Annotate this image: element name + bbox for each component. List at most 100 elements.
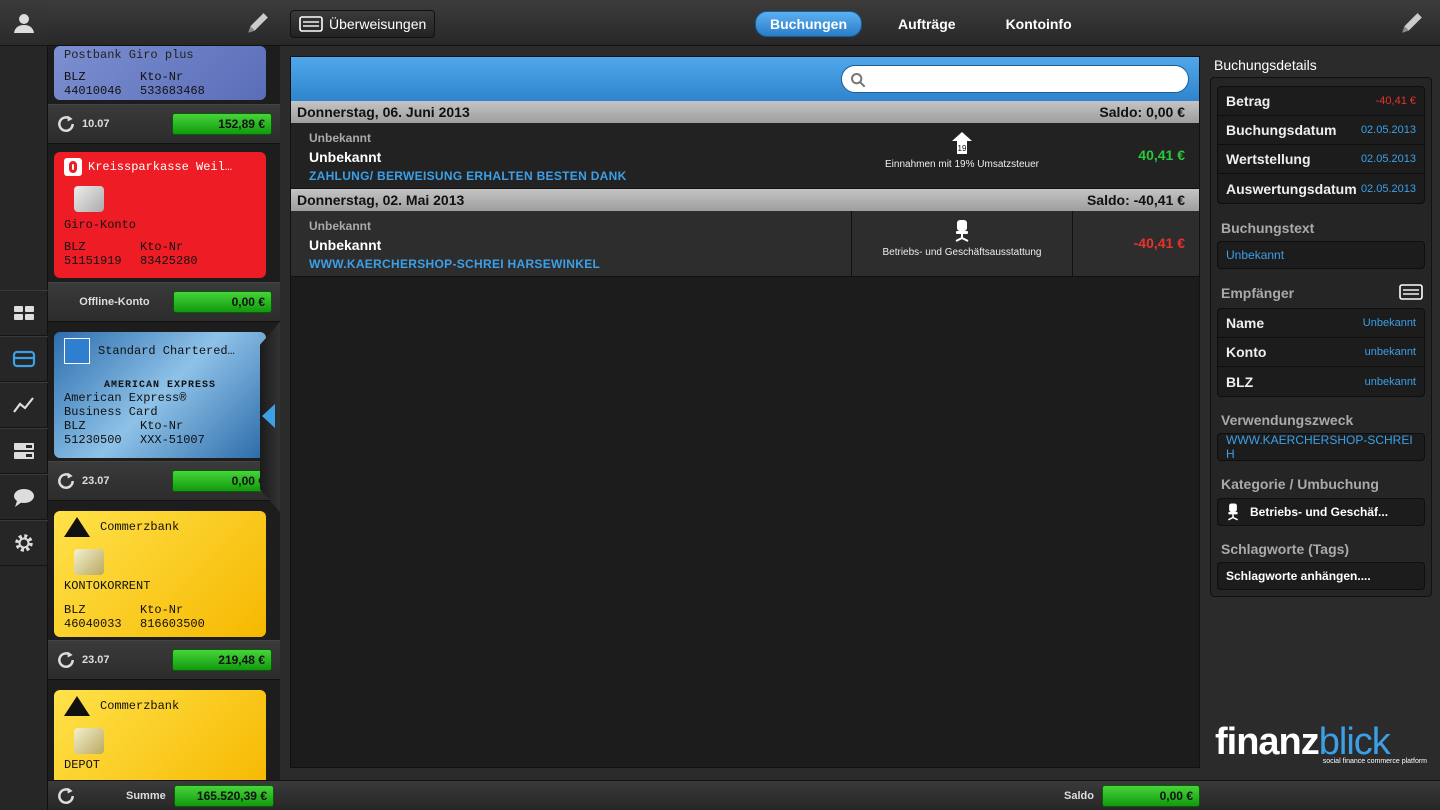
commerzbank-logo-icon xyxy=(64,517,90,537)
sparkasse-logo-icon xyxy=(64,158,82,176)
search-bar xyxy=(291,57,1199,101)
card-bank-name: Commerzbank xyxy=(100,520,180,534)
commerzbank-logo-icon xyxy=(64,696,90,716)
chip-icon xyxy=(74,728,104,754)
chip-icon xyxy=(74,186,104,212)
account-card-commerzbank-depot[interactable]: Commerzbank DEPOT xyxy=(54,690,266,780)
search-input[interactable] xyxy=(841,65,1189,93)
kto-value: 533683468 xyxy=(140,84,205,98)
account-balance-bar: 23.07 0,00 € xyxy=(48,461,280,501)
buchungstext-field[interactable]: Unbekannt xyxy=(1217,241,1425,269)
account-card-amex[interactable]: Standard Chartered… AMERICAN EXPRESS Ame… xyxy=(54,332,266,458)
detail-value: -40,41 € xyxy=(1375,95,1416,107)
contact-card-icon[interactable] xyxy=(1399,284,1423,300)
tab-buchungen[interactable]: Buchungen xyxy=(755,11,862,37)
refresh-all-icon[interactable] xyxy=(56,786,76,806)
account-card-postbank[interactable]: Postbank Giro plus BLZ Kto-Nr 44010046 533… xyxy=(54,46,266,100)
detail-value: 02.05.2013 xyxy=(1360,124,1416,136)
transaction-category-label: Betriebs- und Geschäftsausstattung xyxy=(882,247,1042,258)
transfer-button-label: Überweisungen xyxy=(329,16,427,32)
account-card-sparkasse[interactable]: Kreissparkasse Weil… Giro-Konto BLZ Kto-N… xyxy=(54,152,266,278)
buchungstext-label: Buchungstext xyxy=(1221,220,1315,236)
nav-messages[interactable] xyxy=(0,474,48,520)
transaction-row-selected[interactable]: Unbekannt Unbekannt WWW.KAERCHERSHOP-SCH… xyxy=(291,211,1199,277)
kto-label: Kto-Nr xyxy=(140,419,184,433)
empfaenger-label: Empfänger xyxy=(1221,285,1295,301)
card-bank-name: Standard Chartered… xyxy=(98,344,235,358)
edit-icon[interactable] xyxy=(1398,11,1424,37)
detail-row-blz[interactable]: BLZ unbekannt xyxy=(1218,367,1424,396)
tax-badge: 19 xyxy=(958,144,967,153)
details-main-group: Betrag -40,41 € Buchungsdatum 02.05.2013 W… xyxy=(1217,86,1425,204)
saldo-value: 0,00 € xyxy=(1102,785,1200,807)
refresh-icon[interactable] xyxy=(56,114,76,134)
detail-row-konto[interactable]: Konto unbekannt xyxy=(1218,338,1424,367)
detail-key: Wertstellung xyxy=(1226,151,1311,167)
sync-date: 23.07 xyxy=(82,475,110,487)
blz-value: 51151919 xyxy=(64,254,122,268)
verwendungszweck-field[interactable]: WWW.KAERCHERSHOP-SCHREI H xyxy=(1217,433,1425,461)
day-header: Donnerstag, 02. Mai 2013 Saldo: -40,41 € xyxy=(291,189,1199,211)
card-bank-name: Commerzbank xyxy=(100,699,180,713)
amex-logo-icon xyxy=(64,338,90,364)
dashboard-icon xyxy=(14,306,34,320)
transaction-row[interactable]: Unbekannt Unbekannt ZAHLUNG/ BERWEISUNG … xyxy=(291,123,1199,189)
account-card-commerzbank[interactable]: Commerzbank KONTOKORRENT BLZ Kto-Nr 46040… xyxy=(54,511,266,637)
chat-icon xyxy=(14,489,34,507)
detail-value: unbekannt xyxy=(1364,375,1416,388)
sum-value: 165.520,39 € xyxy=(174,785,274,807)
card-line1: American Express® xyxy=(64,391,187,405)
income-tax-icon: 19 xyxy=(952,132,972,154)
kategorie-label: Kategorie / Umbuchung xyxy=(1221,476,1379,492)
card-brand: AMERICAN EXPRESS xyxy=(103,380,216,391)
detail-row-name[interactable]: Name Unbekannt xyxy=(1218,309,1424,338)
refresh-icon[interactable] xyxy=(56,471,76,491)
office-chair-icon xyxy=(955,220,969,242)
account-type: DEPOT xyxy=(64,758,101,772)
tab-auftraege[interactable]: Aufträge xyxy=(884,12,970,36)
balance-value: 219,48 € xyxy=(172,649,272,671)
account-balance-bar: 10.07 152,89 € xyxy=(48,104,280,144)
tags-field[interactable]: Schlagworte anhängen.... xyxy=(1217,562,1425,590)
user-icon xyxy=(14,14,34,33)
day-saldo: Saldo: -40,41 € xyxy=(1086,192,1185,208)
logo-word-b: blick xyxy=(1318,721,1391,763)
day-saldo: Saldo: 0,00 € xyxy=(1099,104,1185,120)
card-bank-name: Postbank Giro plus xyxy=(64,48,194,62)
nav-accounts[interactable] xyxy=(0,336,48,382)
account-balance-bar: Offline-Konto 0,00 € xyxy=(48,282,280,322)
transaction-name: Unbekannt xyxy=(309,149,382,165)
nav-settings[interactable] xyxy=(0,520,48,566)
detail-key: Konto xyxy=(1226,344,1267,360)
account-balance-bar: 23.07 219,48 € xyxy=(48,640,280,680)
sum-label: Summe xyxy=(126,790,166,802)
kto-label: Kto-Nr xyxy=(140,240,184,254)
transfer-button[interactable]: Überweisungen xyxy=(290,10,436,38)
accounts-list: Postbank Giro plus BLZ Kto-Nr 44010046 533… xyxy=(48,46,280,780)
edit-icon[interactable] xyxy=(244,11,270,37)
detail-row-auswertungsdatum[interactable]: Auswertungsdatum 02.05.2013 xyxy=(1218,174,1424,203)
detail-key: BLZ xyxy=(1226,373,1254,390)
detail-value: Unbekannt xyxy=(1362,317,1416,329)
transaction-category-top: Unbekannt xyxy=(309,219,372,233)
saldo-label: Saldo xyxy=(1064,790,1094,802)
kategorie-field[interactable]: Betriebs- und Geschäf... xyxy=(1217,498,1425,526)
finanzblick-logo: finanzblick social finance commerce plat… xyxy=(1215,722,1427,765)
logo-word-a: finanz xyxy=(1215,721,1320,763)
profile-button[interactable] xyxy=(0,0,48,46)
search-icon xyxy=(851,73,866,88)
transaction-category: 19 Einnahmen mit 19% Umsatzsteuer xyxy=(851,123,1073,189)
nav-dashboard[interactable] xyxy=(0,290,48,336)
account-type: KONTOKORRENT xyxy=(64,579,151,593)
chip-icon xyxy=(74,549,104,575)
office-chair-icon xyxy=(1227,503,1239,521)
transaction-amount: 40,41 € xyxy=(1138,147,1185,163)
blz-label: BLZ xyxy=(64,419,86,433)
empfaenger-group: Name Unbekannt Konto unbekannt BLZ unbekann… xyxy=(1217,308,1425,397)
nav-cards[interactable] xyxy=(0,428,48,474)
refresh-icon[interactable] xyxy=(56,650,76,670)
tags-label: Schlagworte (Tags) xyxy=(1221,541,1350,557)
nav-analysis[interactable] xyxy=(0,382,48,428)
detail-row-betrag: Betrag -40,41 € xyxy=(1218,87,1424,116)
tab-kontoinfo[interactable]: Kontoinfo xyxy=(992,12,1086,36)
